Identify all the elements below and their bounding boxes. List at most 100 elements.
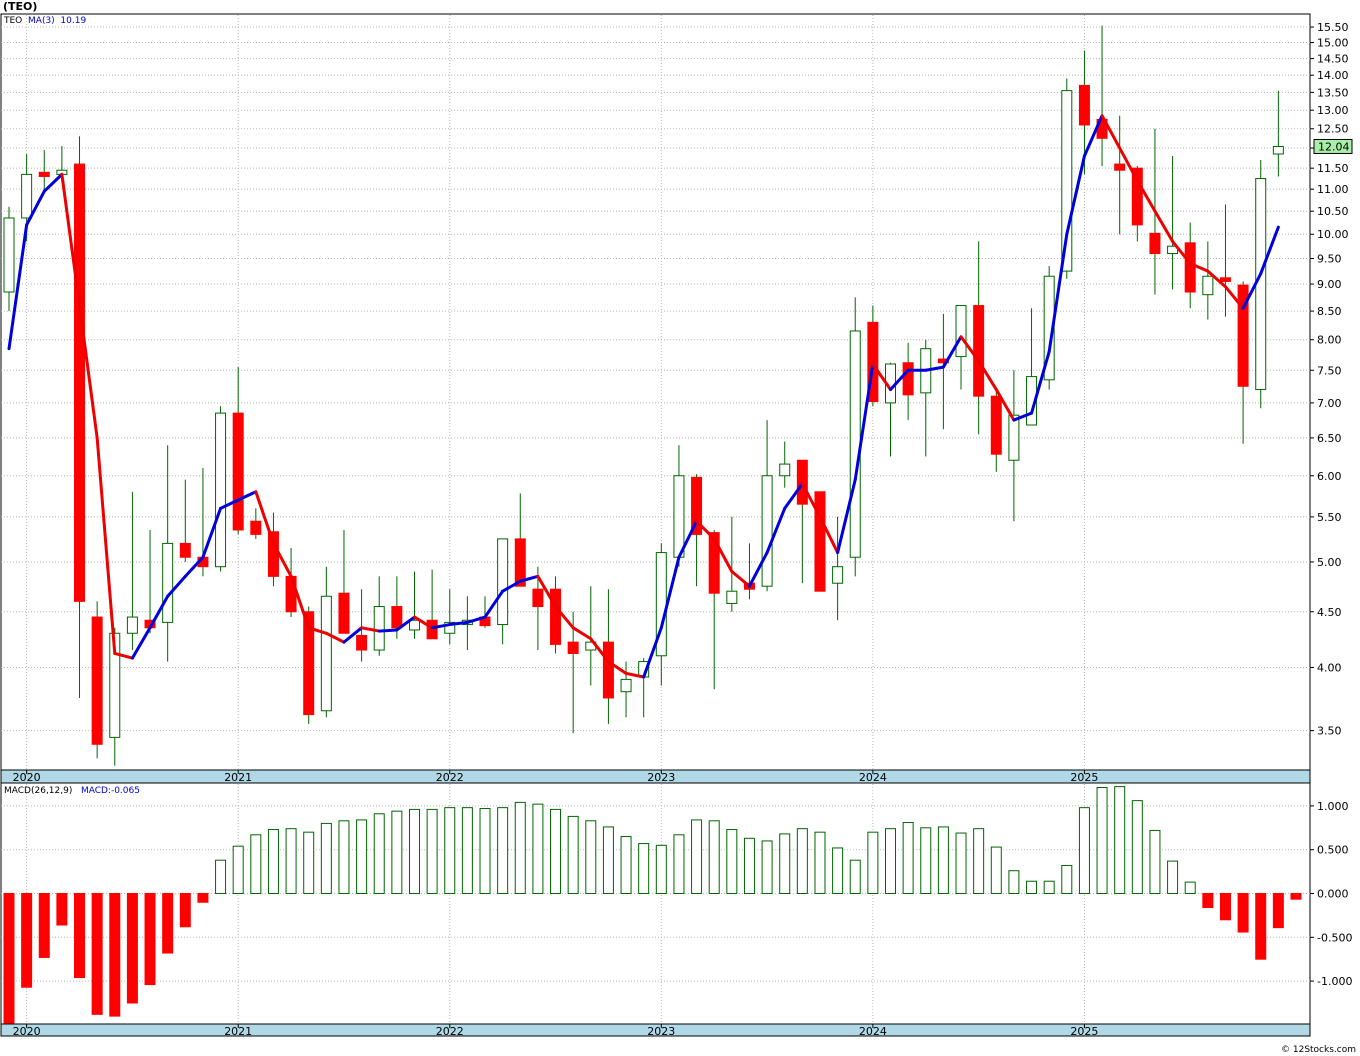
stock-chart: 2020 2021 2022 2023 2024 2025 2020 2021 2022 2023…: [0, 13, 1353, 1038]
macd-bar: [285, 828, 297, 894]
macd-bar: [197, 892, 209, 903]
macd-tick-label: 1.000: [1317, 800, 1349, 813]
candle-down: [91, 616, 103, 745]
candle-down: [532, 588, 544, 608]
macd-tick-label: -1.000: [1317, 975, 1352, 988]
macd-bar: [867, 831, 879, 894]
macd-bar: [567, 815, 579, 894]
price-tick-label: 8.00: [1317, 334, 1342, 347]
candle-down: [38, 171, 50, 177]
macd-bar: [144, 892, 156, 986]
year-label: 2021: [224, 1025, 252, 1038]
macd-bar: [21, 892, 33, 988]
price-tick-label: 5.50: [1317, 511, 1342, 524]
candle-up: [1202, 275, 1214, 296]
last-price-tag: 12.04: [1313, 138, 1353, 154]
macd-bar: [955, 832, 967, 894]
macd-bar: [655, 844, 667, 894]
price-tick-label: 15.00: [1317, 37, 1349, 50]
candle-down: [1078, 84, 1090, 126]
candle-down: [902, 362, 914, 396]
macd-bar: [1184, 881, 1196, 894]
macd-bar: [673, 834, 685, 894]
price-tick-label: 7.50: [1317, 364, 1342, 377]
candle-down: [338, 592, 350, 634]
year-label: 2022: [436, 771, 464, 784]
site-credit: © 12Stocks.com: [1281, 1045, 1356, 1055]
macd-bar: [1290, 892, 1302, 900]
macd-bar: [126, 892, 138, 1004]
macd-bar: [162, 892, 174, 954]
macd-bar: [726, 829, 738, 894]
macd-bar: [1078, 807, 1090, 894]
price-tick-label: 4.00: [1317, 661, 1342, 674]
candle-down: [567, 641, 579, 654]
macd-bar: [444, 807, 456, 894]
price-tick-label: 11.50: [1317, 162, 1349, 175]
macd-bar: [267, 829, 279, 894]
candle-down: [267, 531, 279, 577]
macd-bar: [373, 813, 385, 894]
macd-bar: [902, 822, 914, 894]
macd-bar: [303, 831, 315, 894]
year-label: 2020: [13, 771, 41, 784]
macd-tick-label: 0.500: [1317, 844, 1349, 857]
price-tick-label: 13.00: [1317, 104, 1349, 117]
candle-up: [1272, 145, 1284, 155]
candle-down: [74, 163, 86, 602]
macd-bar: [849, 859, 861, 894]
price-legend: TEO MA(3) 10.19: [4, 16, 86, 26]
candle-up: [849, 330, 861, 558]
ma-label: MA(3): [28, 16, 55, 26]
macd-bar: [338, 820, 350, 894]
macd-bar: [1255, 892, 1267, 960]
macd-bar: [232, 845, 244, 894]
price-tick-label: 6.50: [1317, 432, 1342, 445]
candle-down: [602, 641, 614, 699]
ticker-label: TEO: [4, 16, 23, 26]
candle-down: [814, 491, 826, 592]
price-tick-label: 4.50: [1317, 606, 1342, 619]
candle-up: [673, 475, 685, 558]
candle-up: [215, 412, 227, 568]
macd-bar: [514, 801, 526, 894]
candle-down: [179, 542, 191, 558]
macd-label: MACD(26,12,9): [4, 786, 73, 796]
candle-down: [973, 305, 985, 397]
candle-up: [162, 542, 174, 623]
macd-bar: [215, 859, 227, 894]
macd-bar: [1237, 892, 1249, 933]
year-label: 2023: [647, 771, 675, 784]
macd-bar: [832, 847, 844, 894]
year-label: 2024: [859, 771, 887, 784]
macd-bar: [602, 826, 614, 894]
macd-bar: [1202, 892, 1214, 909]
macd-bar: [1008, 870, 1020, 894]
macd-bar: [779, 833, 791, 894]
macd-bar: [937, 826, 949, 894]
candle-up: [832, 566, 844, 584]
macd-tick-label: 0.000: [1317, 887, 1349, 900]
macd-bar: [973, 828, 985, 894]
ma-value: 10.19: [60, 16, 87, 26]
macd-bar: [638, 843, 650, 894]
macd-bar: [691, 819, 703, 894]
macd-bar: [532, 803, 544, 894]
price-tick-label: 15.50: [1317, 21, 1349, 34]
candle-up: [726, 590, 738, 604]
price-tick-label: 10.50: [1317, 205, 1349, 218]
year-label: 2024: [859, 1025, 887, 1038]
macd-bar: [1026, 880, 1038, 894]
price-axis: 3.50 4.00 4.50 5.00 5.50 6.00 6.50 7.00 7.50 8.00…: [1310, 21, 1349, 738]
macd-bar: [796, 828, 808, 894]
macd-tick-label: -0.500: [1317, 931, 1352, 944]
macd-bar: [38, 892, 50, 958]
candle-up: [320, 595, 332, 712]
year-label: 2022: [436, 1025, 464, 1038]
year-label: 2025: [1070, 771, 1098, 784]
macd-bar: [479, 808, 491, 894]
ma-segment: [377, 628, 399, 633]
candle-down: [1184, 242, 1196, 293]
candle-up: [1255, 178, 1267, 391]
price-tick-label: 9.00: [1317, 278, 1342, 291]
